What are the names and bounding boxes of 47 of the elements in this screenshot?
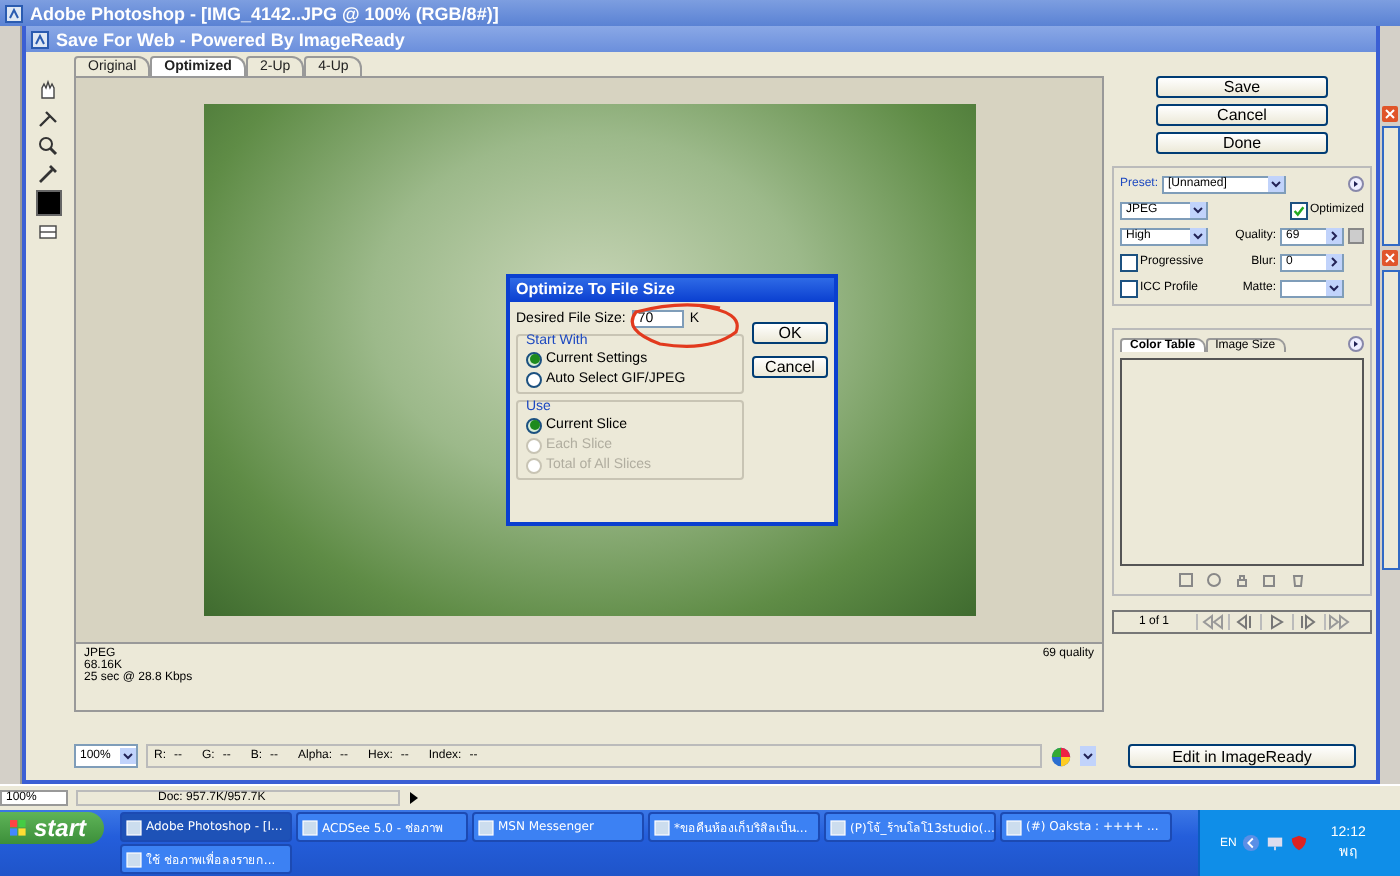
arrow-right-icon: [1326, 228, 1342, 244]
window-icon: [830, 819, 846, 835]
dialog-button[interactable]: OK: [752, 322, 828, 344]
toggle-slices-icon[interactable]: [36, 220, 60, 244]
last-frame-icon[interactable]: [1324, 614, 1354, 630]
web-shift-icon[interactable]: [1206, 572, 1222, 588]
color-swatch[interactable]: [35, 190, 61, 216]
window-icon: [654, 819, 670, 835]
dropdown-arrow-icon: [1268, 176, 1285, 192]
app-icon: [30, 29, 50, 49]
network-icon[interactable]: [1266, 834, 1285, 852]
lock-icon[interactable]: [1234, 572, 1250, 588]
eyedropper-icon[interactable]: [36, 162, 60, 186]
menu-icon[interactable]: [1348, 176, 1364, 192]
dropdown-arrow-icon: [1326, 280, 1342, 296]
dropdown-arrow-icon: [1190, 228, 1206, 244]
edit-in-imageready-button[interactable]: Edit in ImageReady: [1128, 744, 1356, 768]
window-icon: [478, 819, 494, 835]
window-title: Save For Web - Powered By ImageReady: [56, 29, 405, 49]
chevron-icon[interactable]: [1242, 834, 1261, 852]
zoom-icon[interactable]: [36, 134, 60, 158]
dialog-title: Optimize To File Size: [510, 278, 834, 302]
new-color-icon[interactable]: [1262, 572, 1278, 588]
hand-icon[interactable]: [36, 78, 60, 102]
arrow-right-icon: [1326, 254, 1342, 270]
window-title: Adobe Photoshop - [IMG_4142..JPG @ 100% (RGB/8#)]: [30, 3, 499, 23]
matte-dropdown[interactable]: [1280, 279, 1344, 297]
first-frame-icon[interactable]: [1196, 614, 1226, 630]
window-icon: [302, 819, 318, 835]
dropdown-arrow-icon: [120, 748, 136, 764]
browser-icon[interactable]: [1050, 745, 1072, 767]
map-color-icon[interactable]: [1178, 572, 1194, 588]
checkmark-icon: [1291, 203, 1306, 217]
slice-select-icon[interactable]: [36, 106, 60, 130]
dialog-button[interactable]: Cancel: [1156, 104, 1328, 126]
close-icon[interactable]: [1382, 250, 1398, 266]
dropdown-arrow-icon: [1190, 202, 1206, 218]
trash-icon[interactable]: [1290, 572, 1306, 588]
close-icon[interactable]: [1382, 106, 1398, 122]
dialog-button[interactable]: Cancel: [752, 356, 828, 378]
windows-logo-icon: [8, 818, 28, 838]
window-icon: [1006, 819, 1022, 835]
app-icon: [4, 3, 24, 23]
status-menu-icon[interactable]: [408, 790, 420, 806]
dialog-button[interactable]: Done: [1156, 132, 1328, 154]
menu-icon[interactable]: [1348, 336, 1364, 352]
dialog-button[interactable]: Save: [1156, 76, 1328, 98]
